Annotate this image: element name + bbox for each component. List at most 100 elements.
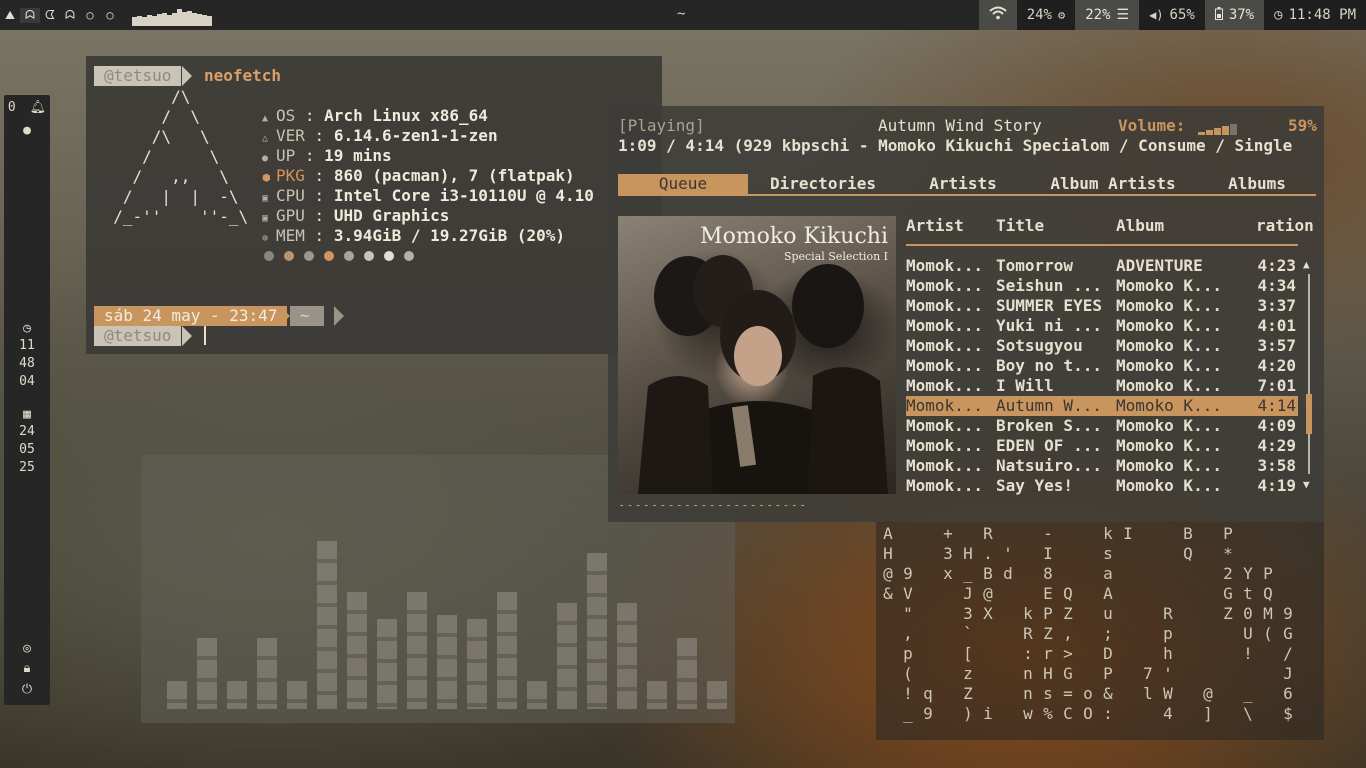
info-row-cpu: ▣ CPU : Intel Core i3-10110U @ 4.10 [262,186,594,206]
matrix-column: q 9 [923,684,933,723]
tab-artists[interactable]: Artists [898,174,1028,194]
lock-icon[interactable]: 🔒︎ [4,661,50,676]
cpu-history-graph [132,4,212,26]
volume-bar[interactable] [1198,120,1238,135]
track-duration: 4:09 [1257,416,1296,435]
player-time-line: 1:09 / 4:14 (929 kbpschi - Momoko Kikuch… [618,136,1292,156]
battery-module[interactable]: 37% [1204,0,1265,30]
visualizer-bar [527,681,547,709]
playlist-row[interactable]: Momok... Sotsugyou Momoko K... 3:57 [906,336,1298,356]
neofetch-terminal[interactable]: @tetsuo neofetch /\ / \ /\ \ / \ / ,, \ … [86,56,662,354]
track-title: Sotsugyou [996,336,1083,355]
info-row-kernel: △ VER : 6.14.6-zen1-1-zen [262,126,498,146]
workspace-4[interactable]: ᗣ [60,8,80,23]
player-status-line: [Playing] Autumn Wind Story Volume: 59% [618,116,1317,136]
track-artist: Momok... [906,316,984,335]
scroll-up-icon[interactable]: ▲ [1303,258,1310,271]
prompt-arrow [182,66,192,86]
visualizer-bar [347,592,367,709]
cover-title: Momoko Kikuchi [700,224,888,249]
cover-subtitle: Special Selection I [783,250,888,263]
playlist-row[interactable]: Momok... Tomorrow ADVENTURE 4:23 [906,256,1298,276]
track-title: Natsuiro... [996,456,1102,475]
playlist-row[interactable]: Momok... Natsuiro... Momoko K... 3:58 [906,456,1298,476]
playlist-row[interactable]: Momok... I Will Momoko K... 7:01 [906,376,1298,396]
playlist-row[interactable]: Momok... Yuki ni ... Momoko K... 4:01 [906,316,1298,336]
column-title[interactable]: Title [996,216,1116,236]
workspace-6[interactable]: ○ [100,8,120,22]
playlist-row[interactable]: Momok... Say Yes! Momoko K... 4:19 [906,476,1298,496]
playlist-scrollbar[interactable]: ▲ ▼ [1303,256,1315,494]
eye-off-icon[interactable]: ◎ [4,641,50,656]
scroll-track [1308,274,1310,474]
playlist-row[interactable]: Momok... Seishun ... Momoko K... 4:34 [906,276,1298,296]
song-progress-bar[interactable]: -------------------------> [618,498,808,512]
visualizer-bar [437,615,457,709]
tab-directories[interactable]: Directories [748,174,898,194]
track-album: Momoko K... [1116,396,1222,415]
playlist-row[interactable]: Momok... Broken S... Momoko K... 4:09 [906,416,1298,436]
matrix-column: k s a A u ; D P & : [1103,524,1113,723]
tab-albums[interactable]: Albums [1198,174,1316,194]
info-row-packages: ⬢ PKG : 860 (pacman), 7 (flatpak) [262,166,575,186]
track-album: Momoko K... [1116,336,1222,355]
playlist-row[interactable]: Momok... EDEN OF ... Momoko K... 4:29 [906,436,1298,456]
track-title: I Will [996,376,1054,395]
column-duration[interactable]: ration [1256,216,1314,236]
visualizer-bar [647,681,667,709]
notification-area[interactable]: 0 🔔︎ [4,100,50,115]
color-palette [264,251,414,261]
workspace-5[interactable]: ○ [80,8,100,22]
track-album: Momoko K... [1116,356,1222,375]
prompt-user-2: @tetsuo [94,326,182,346]
sidebar-date-day: 24 [19,424,35,439]
matrix-rain: A H @ & 9 V " , p ( ! _ q 9 + 3 x H _ J 3… [876,522,1324,740]
scroll-down-icon[interactable]: ▼ [1303,478,1310,491]
playlist-row[interactable]: Momok... Autumn W... Momoko K... 4:14 [906,396,1298,416]
playlist-header: Artist Title Album ration [906,216,1314,246]
workspace-2[interactable]: ᗣ [20,7,40,23]
track-duration: 4:23 [1257,256,1296,275]
workspace-3[interactable]: ᗧ [40,8,60,23]
track-album: Momoko K... [1116,376,1222,395]
volume-value: 65% [1169,7,1195,23]
wifi-module[interactable] [978,0,1017,30]
cpu-history-bar [207,16,212,26]
battery-icon [1214,6,1223,24]
power-icon[interactable]: ⏻ [4,682,50,697]
visualizer-bar [377,619,397,709]
ram-module[interactable]: 22% ☰ [1075,0,1140,30]
info-row-uptime: ● UP : 19 mins [262,146,392,166]
tab-queue[interactable]: Queue [618,174,748,194]
tab-album-artists[interactable]: Album Artists [1028,174,1198,194]
scroll-thumb[interactable] [1306,394,1312,434]
matrix-column: H _ J 3 ` [ z Z ) [963,544,973,723]
music-player[interactable]: [Playing] Autumn Wind Story Volume: 59% … [608,106,1324,522]
workspace-1[interactable]: ⛰ [0,8,20,23]
terminal-cursor[interactable] [204,326,206,345]
column-artist[interactable]: Artist [906,216,996,236]
visualizer-bar [587,553,607,709]
notification-count: 0 [7,100,16,115]
matrix-column: P * 2 G Z [1223,524,1233,623]
matrix-column: 7 l [1143,664,1153,703]
matrix-column: @ ] [1203,684,1213,723]
clock-module[interactable]: ◷ 11:48 PM [1264,0,1366,30]
cpu-module[interactable]: 24% ⚙ [1016,0,1076,30]
command-text: neofetch [204,66,282,85]
visualizer-bar [197,638,217,709]
track-artist: Momok... [906,476,984,495]
track-title: Yuki ni ... [996,316,1102,335]
visualizer-bar [617,603,637,709]
prompt-user: @tetsuo [94,66,182,86]
playlist-row[interactable]: Momok... Boy no t... Momoko K... 4:20 [906,356,1298,376]
track-artist: Momok... [906,356,984,375]
volume-module[interactable]: ◀) 65% [1139,0,1205,30]
track-title: Tomorrow [996,256,1074,275]
track-duration: 4:34 [1257,276,1296,295]
matrix-column: Y t 0 U ! _ \ [1243,564,1253,723]
battery-value: 37% [1228,7,1255,23]
column-album[interactable]: Album [1116,216,1256,236]
ram-icon: ☰ [1116,7,1130,23]
playlist-row[interactable]: Momok... SUMMER EYES Momoko K... 3:37 [906,296,1298,316]
